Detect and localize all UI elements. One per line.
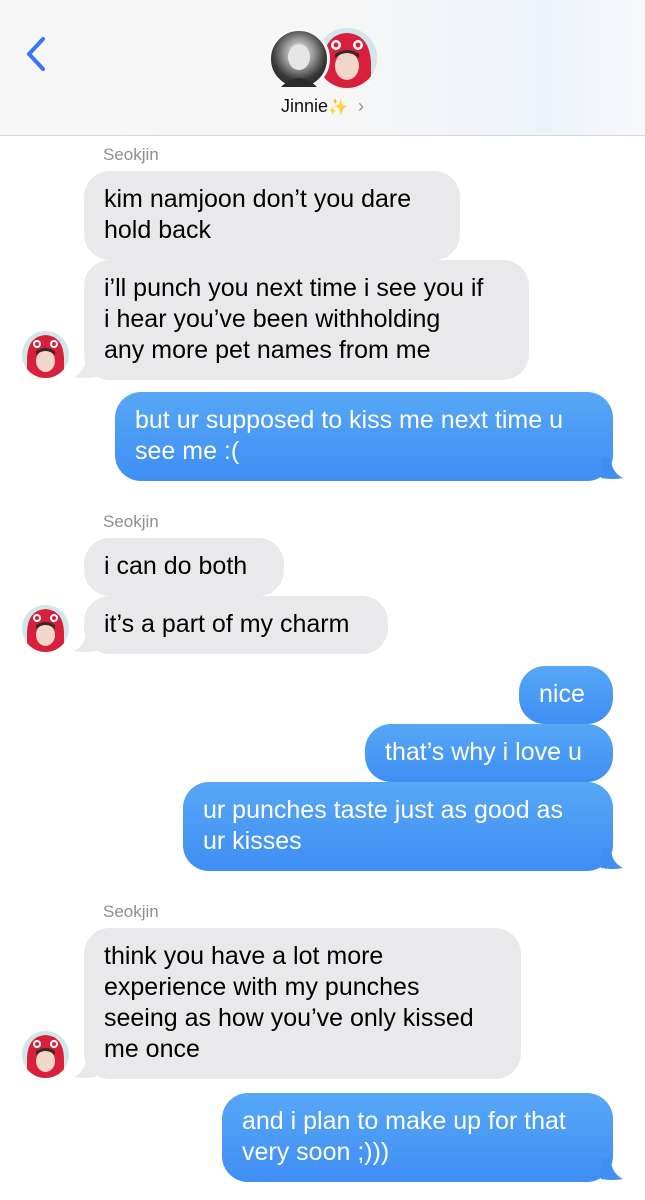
sender-avatar[interactable] bbox=[22, 331, 69, 378]
outgoing-bubble-tail bbox=[601, 848, 623, 869]
message-line: see me :( bbox=[135, 437, 240, 465]
red-hat-portrait-icon bbox=[22, 605, 69, 652]
message-line: but ur supposed to kiss me next time u bbox=[135, 406, 563, 434]
outgoing-message[interactable]: but ur supposed to kiss me next time u s… bbox=[115, 392, 613, 481]
message-line: nice bbox=[539, 680, 585, 708]
incoming-message[interactable]: kim namjoon don’t you dare hold back bbox=[84, 171, 460, 260]
contact-name-row[interactable]: Jinnie✨ › bbox=[0, 96, 645, 120]
outgoing-message[interactable]: ur punches taste just as good as ur kiss… bbox=[183, 782, 613, 871]
message-line: experience with my punches bbox=[104, 973, 420, 1001]
sender-avatar[interactable] bbox=[22, 1031, 69, 1078]
message-line: i can do both bbox=[104, 552, 248, 580]
outgoing-message[interactable]: that’s why i love u bbox=[365, 724, 613, 782]
contact-avatar[interactable] bbox=[268, 28, 330, 90]
portrait-icon bbox=[281, 42, 317, 87]
message-line: think you have a lot more bbox=[104, 942, 384, 970]
message-line: that’s why i love u bbox=[385, 738, 582, 766]
incoming-message[interactable]: i’ll punch you next time i see you if i … bbox=[84, 260, 529, 380]
outgoing-bubble-tail bbox=[601, 458, 623, 479]
incoming-message[interactable]: think you have a lot more experience wit… bbox=[84, 928, 521, 1079]
message-line: any more pet names from me bbox=[104, 336, 431, 364]
red-hat-portrait-icon bbox=[22, 1031, 69, 1078]
outgoing-message[interactable]: nice bbox=[519, 666, 613, 724]
sender-label: Seokjin bbox=[103, 512, 159, 531]
incoming-bubble-tail bbox=[74, 357, 96, 378]
incoming-message[interactable]: i can do both bbox=[84, 538, 284, 596]
message-line: it’s a part of my charm bbox=[104, 610, 350, 638]
conversation-header: Jinnie✨ › bbox=[0, 0, 645, 136]
outgoing-message[interactable]: and i plan to make up for that very soon… bbox=[222, 1093, 613, 1182]
message-line: i’ll punch you next time i see you if bbox=[104, 274, 484, 302]
sender-avatar[interactable] bbox=[22, 605, 69, 652]
message-line: hold back bbox=[104, 216, 212, 244]
message-line: seeing as how you’ve only kissed bbox=[104, 1004, 474, 1032]
chevron-right-icon: › bbox=[357, 96, 364, 116]
contact-name: Jinnie bbox=[281, 96, 329, 116]
red-hat-portrait-icon bbox=[22, 331, 69, 378]
message-line: ur kisses bbox=[203, 827, 302, 855]
sender-label: Seokjin bbox=[103, 902, 159, 921]
message-line: i hear you’ve been withholding bbox=[104, 305, 441, 333]
message-line: me once bbox=[104, 1035, 200, 1063]
sparkle-icon: ✨ bbox=[328, 99, 348, 116]
sender-label: Seokjin bbox=[103, 145, 159, 164]
outgoing-bubble-tail bbox=[601, 1159, 623, 1180]
message-line: very soon ;))) bbox=[242, 1138, 390, 1166]
back-chevron-icon[interactable] bbox=[22, 36, 52, 72]
incoming-bubble-tail bbox=[74, 1057, 96, 1078]
message-line: ur punches taste just as good as bbox=[203, 796, 563, 824]
message-line: and i plan to make up for that bbox=[242, 1107, 566, 1135]
incoming-bubble-tail bbox=[74, 631, 96, 652]
incoming-message[interactable]: it’s a part of my charm bbox=[84, 596, 388, 654]
message-line: kim namjoon don’t you dare bbox=[104, 185, 412, 213]
